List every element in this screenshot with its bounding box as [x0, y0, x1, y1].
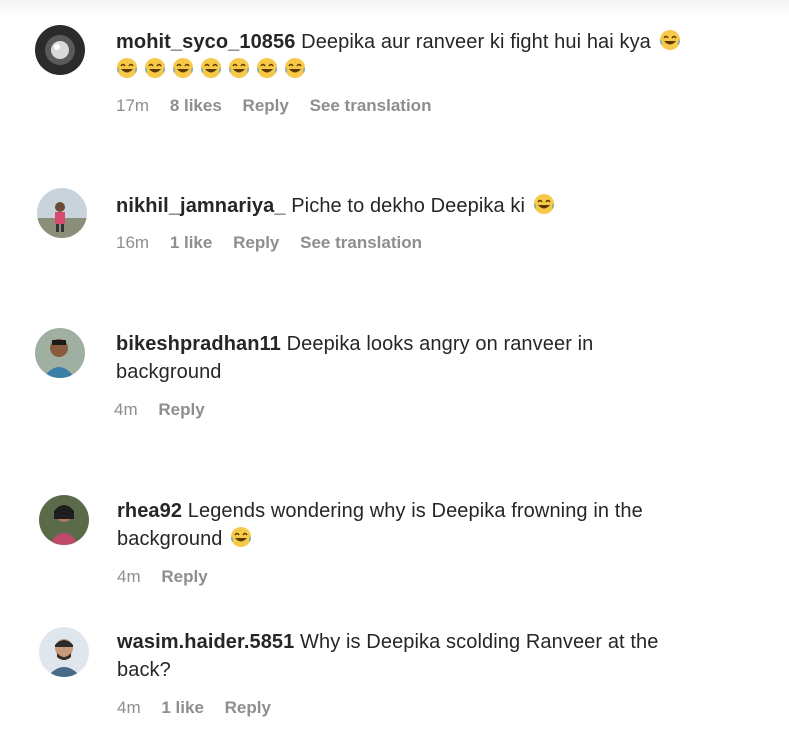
comment-body: Legends wondering why is Deepika frownin…	[117, 500, 643, 550]
see-translation-button[interactable]: See translation	[310, 96, 432, 115]
comment-time: 17m	[116, 96, 150, 115]
avatar[interactable]	[35, 25, 85, 75]
avatar[interactable]	[39, 627, 89, 677]
comment-text: rhea92 Legends wondering why is Deepika …	[117, 497, 707, 553]
reply-button[interactable]: Reply	[233, 233, 279, 252]
laughing-emoji-icon	[144, 57, 166, 79]
comment-meta: 4m 1 like Reply	[117, 698, 287, 718]
laughing-emoji-icon	[533, 193, 555, 215]
comment-body: Piche to dekho Deepika ki	[291, 195, 525, 217]
reply-button[interactable]: Reply	[243, 96, 289, 115]
laughing-emoji-icon	[256, 57, 278, 79]
comment-time: 4m	[117, 567, 141, 586]
comment-time: 4m	[114, 400, 138, 419]
reply-button[interactable]: Reply	[161, 567, 207, 586]
comment-text: nikhil_jamnariya_ Piche to dekho Deepika…	[116, 192, 736, 220]
comment-text: mohit_syco_10856 Deepika aur ranveer ki …	[116, 28, 726, 84]
likes-count-link[interactable]: 8 likes	[170, 96, 222, 115]
laughing-emoji-icon	[172, 57, 194, 79]
comment-username[interactable]: mohit_syco_10856	[116, 31, 295, 53]
avatar[interactable]	[37, 188, 87, 238]
top-edge	[0, 0, 789, 18]
laughing-emoji-icon	[228, 57, 250, 79]
comment-meta: 4m Reply	[117, 567, 224, 587]
laughing-emoji-icon	[659, 29, 681, 51]
see-translation-button[interactable]: See translation	[300, 233, 422, 252]
comment-meta: 17m 8 likes Reply See translation	[116, 96, 447, 116]
comment-meta: 4m Reply	[114, 400, 221, 420]
comment-body: Deepika aur ranveer ki fight hui hai kya	[301, 31, 651, 53]
avatar[interactable]	[39, 495, 89, 545]
laughing-emoji-icon	[284, 57, 306, 79]
comment-time: 16m	[116, 233, 150, 252]
laughing-emoji-icon	[116, 57, 138, 79]
comment-text: wasim.haider.5851 Why is Deepika scoldin…	[117, 628, 707, 684]
comment-username[interactable]: bikeshpradhan11	[116, 333, 281, 355]
comment-username[interactable]: wasim.haider.5851	[117, 631, 294, 653]
comment-text: bikeshpradhan11 Deepika looks angry on r…	[116, 330, 636, 386]
comment-time: 4m	[117, 698, 141, 717]
comment-username[interactable]: nikhil_jamnariya_	[116, 195, 286, 217]
reply-button[interactable]: Reply	[225, 698, 271, 717]
comment-meta: 16m 1 like Reply See translation	[116, 233, 438, 253]
laughing-emoji-icon	[200, 57, 222, 79]
likes-count-link[interactable]: 1 like	[161, 698, 204, 717]
reply-button[interactable]: Reply	[158, 400, 204, 419]
laughing-emoji-icon	[230, 526, 252, 548]
likes-count-link[interactable]: 1 like	[170, 233, 213, 252]
comment-username[interactable]: rhea92	[117, 500, 182, 522]
avatar[interactable]	[35, 328, 85, 378]
